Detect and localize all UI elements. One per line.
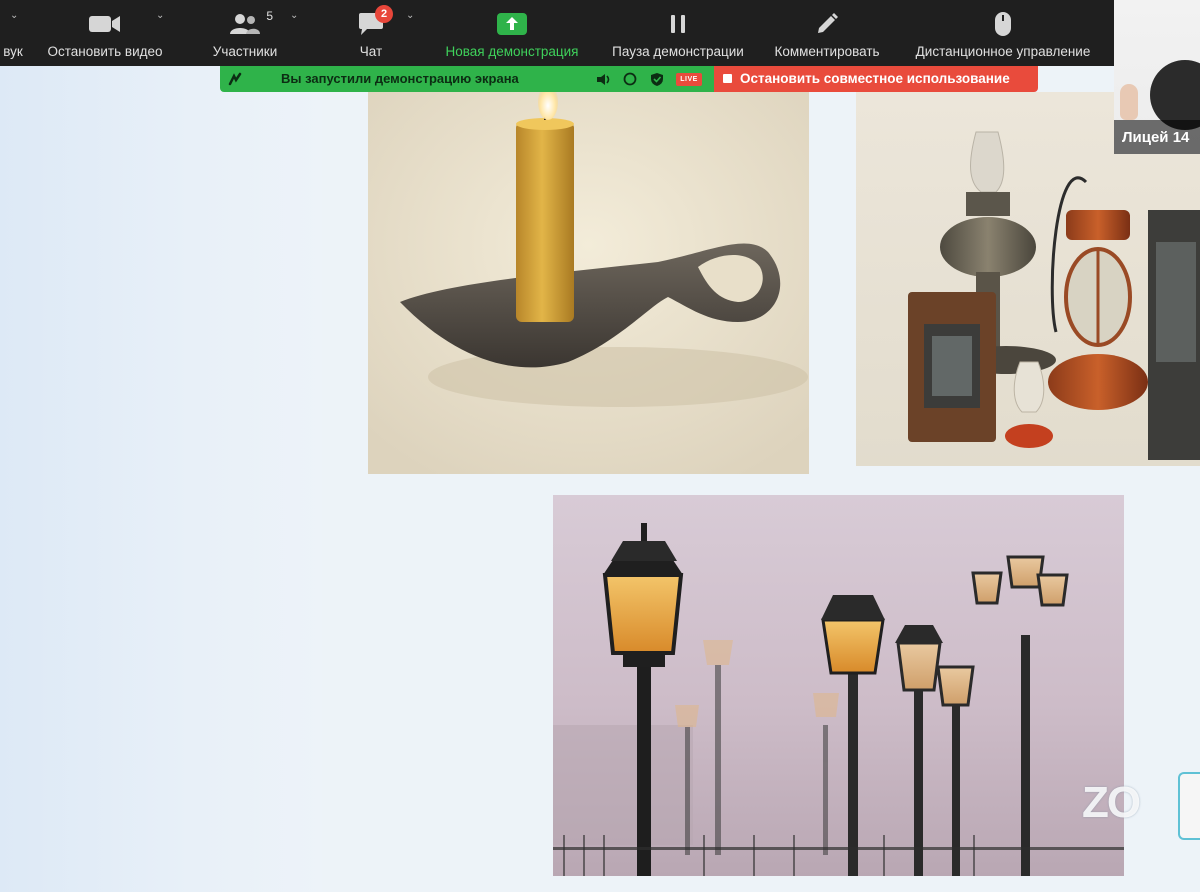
new-share-label: Новая демонстрация xyxy=(445,44,579,59)
stop-square-icon xyxy=(723,74,732,83)
participants-button[interactable]: 5 Участники xyxy=(206,0,284,66)
remote-control-label: Дистанционное управление xyxy=(915,44,1091,59)
live-badge: LIVE xyxy=(676,73,702,86)
participant-name: Лицей 14 xyxy=(1114,120,1200,154)
stop-share-label: Остановить совместное использование xyxy=(740,71,1010,86)
video-options-caret[interactable]: ⌄ xyxy=(156,10,164,21)
share-screen-icon xyxy=(497,13,527,35)
street-lamps-image xyxy=(553,495,1124,876)
annotate-button[interactable]: Комментировать xyxy=(764,0,890,66)
video-camera-icon xyxy=(89,16,120,32)
pause-share-label: Пауза демонстрации xyxy=(612,44,744,59)
participants-label: Участники xyxy=(212,44,278,59)
audio-options-caret[interactable]: ⌄ xyxy=(10,10,18,21)
meeting-toolbar: вук ⌄ Остановить видео ⌄ 5 Участники ⌄ 2… xyxy=(0,0,1114,66)
pencil-icon xyxy=(818,13,838,33)
audio-button-label: вук xyxy=(3,44,23,59)
participants-icon xyxy=(230,14,260,34)
zoom-side-widget[interactable] xyxy=(1178,772,1200,840)
participant-video[interactable]: Лицей 14 xyxy=(1114,0,1200,154)
slide-left-panel xyxy=(0,66,322,892)
new-share-button[interactable]: Новая демонстрация xyxy=(434,0,590,66)
stop-share-button[interactable]: Остановить совместное использование xyxy=(714,66,1038,92)
audio-share-icon[interactable] xyxy=(596,73,612,86)
participant-hand xyxy=(1120,84,1138,120)
participants-count: 5 xyxy=(266,9,273,23)
remote-control-button[interactable]: Дистанционное управление xyxy=(898,0,1108,66)
status-circle-icon xyxy=(623,72,637,86)
security-shield-icon[interactable] xyxy=(650,72,664,87)
chat-button[interactable]: 2 Чат xyxy=(346,0,396,66)
screen-share-status-bar: Вы запустили демонстрацию экрана xyxy=(220,66,714,92)
chat-label: Чат xyxy=(359,44,383,59)
stop-video-label: Остановить видео xyxy=(47,44,163,59)
mouse-icon xyxy=(995,12,1011,36)
stop-video-button[interactable]: Остановить видео xyxy=(38,0,172,66)
pause-icon xyxy=(671,15,685,33)
annotate-label: Комментировать xyxy=(774,44,880,59)
chat-options-caret[interactable]: ⌄ xyxy=(406,10,414,21)
participants-options-caret[interactable]: ⌄ xyxy=(290,10,298,21)
candle-image xyxy=(368,92,809,474)
zoom-watermark: ZO xyxy=(1082,778,1141,827)
share-status-message: Вы запустили демонстрацию экрана xyxy=(281,71,519,86)
pause-share-button[interactable]: Пауза демонстрации xyxy=(600,0,756,66)
chat-unread-badge: 2 xyxy=(375,5,393,23)
share-drag-handle-icon[interactable] xyxy=(228,72,242,86)
